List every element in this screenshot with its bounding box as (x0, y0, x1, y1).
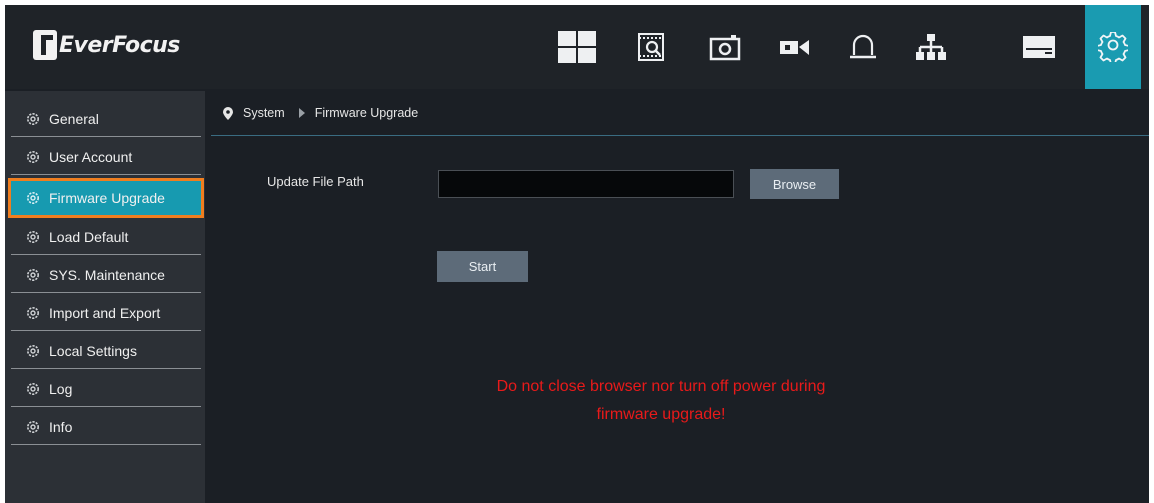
divider (11, 368, 201, 369)
network-icon (916, 34, 946, 60)
gear-icon (27, 307, 39, 319)
nav-alarm[interactable] (837, 5, 889, 89)
top-header: EverFocus (5, 5, 1149, 89)
sidebar-item-log[interactable]: Log (11, 371, 201, 407)
sidebar-item-user-account[interactable]: User Account (11, 139, 201, 175)
warning-line-2: firmware upgrade! (596, 406, 726, 423)
warning-line-1: Do not close browser nor turn off power … (496, 378, 826, 395)
film-search-icon (638, 33, 664, 61)
breadcrumb-root[interactable]: System (243, 106, 285, 120)
nav-network[interactable] (905, 5, 957, 89)
gear-icon (27, 345, 39, 357)
alarm-bell-icon (850, 34, 876, 59)
main-panel: System Firmware Upgrade Update File Path… (211, 91, 1149, 503)
app-window: EverFocus General User Account Firmware … (5, 5, 1149, 503)
sidebar-item-info[interactable]: Info (11, 409, 201, 445)
sidebar-item-label: Firmware Upgrade (49, 190, 165, 206)
divider (11, 174, 201, 175)
sidebar-item-label: SYS. Maintenance (49, 267, 165, 283)
nav-snapshot[interactable] (699, 5, 751, 89)
hard-drive-icon (1023, 36, 1055, 58)
sidebar-item-label: Load Default (49, 229, 129, 245)
gear-icon (27, 192, 39, 204)
gear-icon (1098, 32, 1128, 62)
sidebar-item-label: General (49, 111, 99, 127)
video-camera-icon (780, 40, 809, 55)
nav-system[interactable] (1085, 5, 1141, 89)
gear-icon (27, 231, 39, 243)
nav-camera[interactable] (769, 5, 821, 89)
sidebar-item-load-default[interactable]: Load Default (11, 219, 201, 255)
grid-layout-icon (558, 31, 596, 63)
chevron-right-icon (298, 108, 305, 118)
brand-logo: EverFocus (33, 27, 180, 63)
gear-icon (27, 151, 39, 163)
logo-mark (33, 30, 57, 60)
start-button[interactable]: Start (437, 251, 528, 282)
sidebar-item-label: Log (49, 381, 73, 397)
nav-storage[interactable] (1013, 5, 1065, 89)
update-file-path-label: Update File Path (267, 174, 364, 189)
browse-button[interactable]: Browse (750, 169, 839, 199)
sidebar-item-firmware-upgrade[interactable]: Firmware Upgrade (8, 178, 204, 218)
sidebar-item-label: Info (49, 419, 73, 435)
camera-icon (709, 35, 741, 61)
brand-name: EverFocus (59, 32, 180, 58)
sidebar-item-import-export[interactable]: Import and Export (11, 295, 201, 331)
gear-icon (27, 421, 39, 433)
divider (11, 136, 201, 137)
upgrade-warning: Do not close browser nor turn off power … (456, 373, 866, 429)
sidebar-item-sys-maintenance[interactable]: SYS. Maintenance (11, 257, 201, 293)
sidebar: General User Account Firmware Upgrade Lo… (5, 91, 205, 503)
divider (11, 330, 201, 331)
gear-icon (27, 113, 39, 125)
breadcrumb: System Firmware Upgrade (211, 91, 1149, 136)
gear-icon (27, 269, 39, 281)
sidebar-item-label: Local Settings (49, 343, 137, 359)
divider (11, 292, 201, 293)
sidebar-item-local-settings[interactable]: Local Settings (11, 333, 201, 369)
sidebar-item-label: User Account (49, 149, 133, 165)
nav-playback[interactable] (625, 5, 677, 89)
location-pin-icon (223, 106, 233, 120)
divider (11, 254, 201, 255)
sidebar-item-general[interactable]: General (11, 101, 201, 137)
divider (11, 406, 201, 407)
breadcrumb-current: Firmware Upgrade (314, 106, 419, 120)
nav-live-view[interactable] (551, 5, 603, 89)
gear-icon (27, 383, 39, 395)
divider (11, 444, 201, 445)
sidebar-item-label: Import and Export (49, 305, 161, 321)
update-file-path-input[interactable] (438, 170, 734, 198)
